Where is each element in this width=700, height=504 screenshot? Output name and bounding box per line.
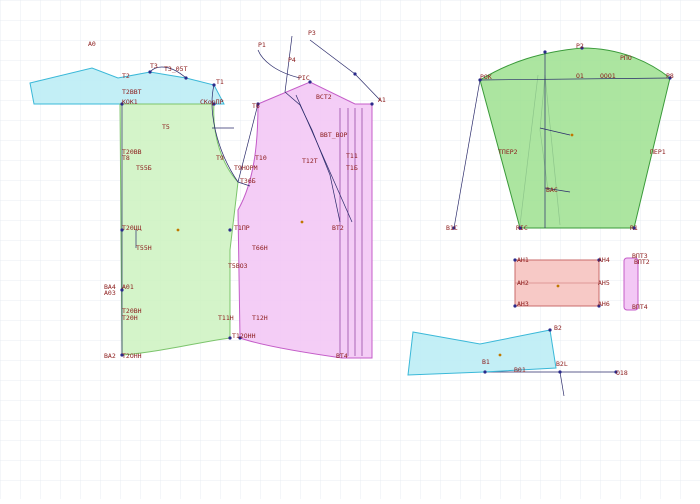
label-T12OHH: Т12ОНН xyxy=(232,332,256,340)
label-P8: Р8 xyxy=(666,72,674,80)
label-T12T: Т12Т xyxy=(302,157,318,165)
label-T36B: Т36Б xyxy=(240,177,256,185)
label-O18: О18 xyxy=(616,369,628,377)
label-T12H: Т12Н xyxy=(252,314,268,322)
label-B2L: В2L xyxy=(556,360,568,368)
label-T20CC: Т20ЦЦ xyxy=(122,224,142,232)
label-B01: В01 xyxy=(514,366,526,374)
label-P2: Р2 xyxy=(576,42,584,50)
label-P3: Р3 xyxy=(308,29,316,37)
label-B2: В2 xyxy=(554,324,562,332)
label-T9HORM: Т9НОРМ xyxy=(234,164,258,172)
label-A1: А1 xyxy=(378,96,386,104)
label-B1C: В1С xyxy=(446,224,458,232)
label-T1PR: Т1ПР xyxy=(234,224,250,232)
label-SKorPR: СКорПР xyxy=(200,98,224,106)
label-KOK1: КОК1 xyxy=(122,98,138,106)
pattern-drawing[interactable]: А0 Т2 Т3 Т3_05Т Т1 Т2ВВТ КОК1 СКорПР Т6 … xyxy=(0,0,700,499)
label-T66H: Т66Н xyxy=(252,244,268,252)
label-T2BBT: Т2ВВТ xyxy=(122,88,142,96)
label-AH6: АН6 xyxy=(598,300,610,308)
label-PIC: РIС xyxy=(298,74,310,82)
label-T1: Т1 xyxy=(216,78,224,86)
label-R1: R1 xyxy=(630,224,638,232)
label-T55H: Т55Н xyxy=(136,244,152,252)
label-OOO1: ООО1 xyxy=(600,72,616,80)
label-T11: Т11 xyxy=(346,152,358,160)
label-A01: А01 xyxy=(122,283,134,291)
label-AH1: АН1 xyxy=(517,256,529,264)
label-AH5: АН5 xyxy=(598,279,610,287)
label-PER1: ПЕР1 xyxy=(650,148,666,156)
label-A03: А03 xyxy=(104,289,116,297)
label-B1: В1 xyxy=(482,358,490,366)
label-A0: А0 xyxy=(88,40,96,48)
label-T10: Т10 xyxy=(255,154,267,162)
label-BPT4: ВПТ4 xyxy=(632,303,648,311)
label-T20HH: Т2ОНН xyxy=(122,352,142,360)
label-BAC: ВАС xyxy=(546,186,558,194)
label-T5BOZ: Т5ВОЗ xyxy=(228,262,248,270)
label-AH4: АН4 xyxy=(598,256,610,264)
label-O1: О1 xyxy=(576,72,584,80)
label-T3: Т3 xyxy=(150,62,158,70)
label-P4: Р4 xyxy=(288,56,296,64)
label-BT2: ВТ2 xyxy=(332,224,344,232)
label-T11H: Т11Н xyxy=(218,314,234,322)
label-T8: Т8 xyxy=(122,154,130,162)
label-T9: Т9 xyxy=(216,154,224,162)
label-T2: Т2 xyxy=(122,72,130,80)
label-RIC: RIC xyxy=(516,224,528,232)
label-T55B: Т55Б xyxy=(136,164,152,172)
label-T6: Т6 xyxy=(252,102,260,110)
label-TPER2: ТПЕР2 xyxy=(498,148,518,156)
label-T1B: Т1Б xyxy=(346,164,358,172)
label-BCT2: ВСТ2 xyxy=(316,93,332,101)
label-T5: Т5 xyxy=(162,123,170,131)
label-BT4: ВТ4 xyxy=(336,352,348,360)
label-ROK: РОК xyxy=(480,73,492,81)
label-P1: Р1 xyxy=(258,41,266,49)
label-T20H: Т20Н xyxy=(122,314,138,322)
label-AH2: АН2 xyxy=(517,279,529,287)
label-AH3: АН3 xyxy=(517,300,529,308)
label-BPT2: ВПТ2 xyxy=(634,258,650,266)
label-T3-05T: Т3_05Т xyxy=(164,65,188,73)
pattern-canvas[interactable]: А0 Т2 Т3 Т3_05Т Т1 Т2ВВТ КОК1 СКорПР Т6 … xyxy=(0,0,700,499)
label-BA2: ВА2 xyxy=(104,352,116,360)
label-PNO: РПО xyxy=(620,54,632,62)
label-BBT-BOR: ВВТ_ВОР xyxy=(320,131,347,139)
